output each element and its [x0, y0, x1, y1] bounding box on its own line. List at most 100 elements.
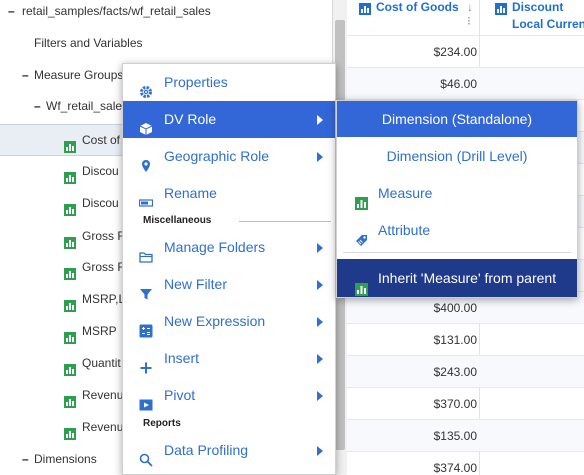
measure-icon — [64, 230, 76, 249]
cube-icon — [139, 113, 153, 135]
menu-item-label: Rename — [164, 185, 217, 201]
menu-item-data-profiling[interactable]: Data Profiling — [123, 432, 335, 469]
expression-icon — [139, 315, 153, 338]
menu-item-label: Pivot — [164, 387, 196, 403]
table-row: $135.00 — [347, 419, 584, 451]
measure-icon — [64, 165, 76, 184]
tree-measure-label: Gross F — [82, 260, 125, 274]
table-cell: $370.00 — [433, 397, 477, 411]
menu-section-reports: Reports — [143, 417, 181, 431]
chevron-right-icon — [317, 391, 323, 401]
column-header-label: Cost of Goods — [376, 0, 459, 14]
submenu-item-inherit-measure[interactable]: Inherit 'Measure' from parent — [337, 259, 577, 297]
table-cell: $234.00 — [433, 45, 477, 59]
menu-item-manage-folders[interactable]: Manage Folders — [123, 229, 335, 266]
tree-measure-label: Revenu — [82, 388, 124, 402]
search-icon — [139, 444, 153, 467]
tree-root-label: retail_samples/facts/wf_retail_sales — [22, 4, 211, 18]
column-header-label: Discount — [512, 0, 564, 14]
submenu-item-label: Dimension (Drill Level) — [386, 148, 528, 164]
tree-measure-label: MSRP — [82, 324, 117, 338]
plus-icon — [139, 352, 153, 374]
table-row: $234.00 — [347, 35, 584, 67]
menu-item-insert[interactable]: Insert — [123, 340, 335, 377]
divider — [239, 221, 331, 222]
measure-icon — [64, 197, 76, 216]
submenu-item-dimension-standalone[interactable]: Dimension (Standalone) — [337, 101, 577, 137]
menu-item-label: New Expression — [164, 313, 266, 329]
submenu-item-label: Measure — [378, 185, 433, 201]
dv-role-submenu: Dimension (Standalone) Dimension (Drill … — [336, 100, 578, 298]
menu-item-new-filter[interactable]: New Filter — [123, 266, 335, 303]
measure-icon — [64, 357, 76, 376]
table-row: $46.00 — [347, 67, 584, 99]
measure-icon — [64, 293, 76, 312]
tree-measure-label: Cost of — [82, 133, 121, 147]
chevron-right-icon — [317, 446, 323, 456]
menu-item-label: New Filter — [164, 276, 228, 292]
tree-measure-label: Gross F — [82, 229, 125, 243]
chevron-right-icon — [317, 152, 323, 162]
chevron-right-icon — [317, 317, 323, 327]
submenu-item-measure[interactable]: Measure — [337, 175, 577, 211]
tree-group-label: Wf_retail_sale — [46, 99, 123, 113]
menu-item-label: Data Profiling — [164, 442, 249, 458]
menu-item-geographic-role[interactable]: Geographic Role — [123, 138, 335, 175]
tree-filters-row[interactable]: Filters and Variables — [0, 28, 332, 58]
submenu-item-label: Attribute — [378, 222, 431, 238]
column-header-cost-of-goods[interactable]: Cost of Goods ↓ ⁝ — [359, 0, 479, 32]
folder-icon — [139, 241, 153, 263]
context-menu: Properties DV Role Geographic Role Renam… — [122, 63, 336, 475]
tree-measure-label: Revenu — [82, 420, 124, 434]
chevron-right-icon — [317, 280, 323, 290]
gear-icon — [139, 76, 153, 98]
menu-item-label: Insert — [164, 350, 200, 366]
table-cell: $243.00 — [433, 365, 477, 379]
measure-icon — [64, 261, 76, 280]
tag-icon — [355, 224, 368, 246]
submenu-item-label: Dimension (Standalone) — [381, 111, 533, 127]
measure-icon — [359, 3, 371, 15]
divider — [343, 252, 571, 253]
tree-dimensions-label: Dimensions — [34, 452, 97, 466]
filter-icon — [139, 278, 153, 300]
measure-icon — [355, 187, 368, 210]
tree-measure-label: MSRP,L — [82, 292, 126, 306]
table-cell: $131.00 — [433, 333, 477, 347]
measure-icon — [495, 3, 507, 15]
tree-measure-groups-label: Measure Groups — [34, 68, 124, 82]
menu-item-label: Manage Folders — [164, 239, 266, 255]
table-cell: $46.00 — [440, 77, 477, 91]
tree-measure-label: Quantit — [82, 356, 121, 370]
column-header-discount[interactable]: Discount Local Curren — [495, 0, 584, 32]
measure-icon — [355, 272, 368, 296]
measure-icon — [64, 421, 76, 440]
menu-item-dv-role[interactable]: DV Role — [123, 101, 335, 138]
map-pin-icon — [139, 150, 153, 172]
menu-item-pivot[interactable]: Pivot — [123, 377, 335, 414]
table-row: $370.00 — [347, 387, 584, 419]
tree-measure-label: Discou — [82, 196, 119, 210]
table-row: $131.00 — [347, 323, 584, 355]
menu-section-miscellaneous: Miscellaneous — [143, 214, 331, 228]
pivot-icon — [139, 389, 153, 411]
submenu-item-attribute[interactable]: Attribute — [337, 212, 577, 248]
table-row: $243.00 — [347, 355, 584, 387]
chevron-right-icon — [317, 354, 323, 364]
measure-icon — [64, 389, 76, 408]
measure-icon — [64, 134, 76, 153]
submenu-item-label: Inherit 'Measure' from parent — [378, 270, 557, 286]
tree-filters-label: Filters and Variables — [34, 36, 143, 50]
menu-item-rename[interactable]: Rename — [123, 175, 335, 212]
tree-root-row[interactable]: – retail_samples/facts/wf_retail_sales — [0, 0, 332, 26]
menu-item-label: Geographic Role — [164, 148, 270, 164]
menu-section-label: Reports — [143, 418, 181, 429]
table-row: $374.00 — [347, 451, 584, 475]
table-cell: $374.00 — [433, 461, 477, 475]
rename-icon — [138, 187, 154, 207]
submenu-item-dimension-drill-level[interactable]: Dimension (Drill Level) — [337, 138, 577, 174]
sort-indicator-icon[interactable]: ↓ ⁝ — [467, 0, 479, 28]
menu-item-new-expression[interactable]: New Expression — [123, 303, 335, 340]
menu-item-properties[interactable]: Properties — [123, 64, 335, 101]
menu-item-label: Properties — [164, 74, 228, 90]
